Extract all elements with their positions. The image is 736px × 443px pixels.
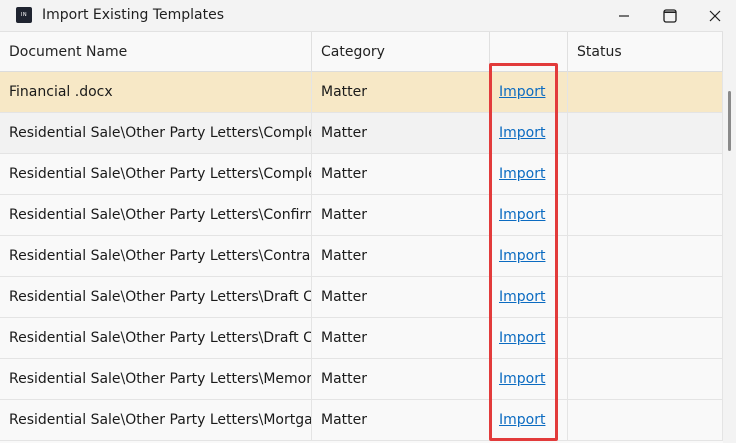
window-title: Import Existing Templates xyxy=(42,7,224,23)
scrollbar-thumb[interactable] xyxy=(728,91,731,151)
minimize-icon xyxy=(619,14,629,17)
table-row[interactable]: Residential Sale\Other Party Letters\Con… xyxy=(0,195,723,236)
import-link[interactable]: Import xyxy=(499,330,545,346)
document-name-cell: Residential Sale\Other Party Letters\Mor… xyxy=(0,400,312,440)
table-row[interactable]: Residential Sale\Other Party Letters\Mem… xyxy=(0,359,723,400)
import-link[interactable]: Import xyxy=(499,166,545,182)
document-name-cell: Residential Sale\Other Party Letters\Dra… xyxy=(0,277,312,317)
status-cell xyxy=(568,72,723,112)
import-cell: Import xyxy=(490,277,568,317)
import-cell: Import xyxy=(490,154,568,194)
category-cell: Matter xyxy=(312,236,490,276)
close-icon xyxy=(709,10,721,21)
import-cell: Import xyxy=(490,72,568,112)
table-row[interactable]: Residential Sale\Other Party Letters\Mor… xyxy=(0,400,723,441)
import-cell: Import xyxy=(490,359,568,399)
minimize-button[interactable] xyxy=(601,0,647,31)
import-link[interactable]: Import xyxy=(499,371,545,387)
import-cell: Import xyxy=(490,195,568,235)
title-bar: IN Import Existing Templates xyxy=(0,0,736,31)
import-link[interactable]: Import xyxy=(499,125,545,141)
column-header-document-name[interactable]: Document Name xyxy=(0,32,312,72)
import-link[interactable]: Import xyxy=(499,207,545,223)
grid-header: Document Name Category Status xyxy=(0,32,723,72)
category-cell: Matter xyxy=(312,277,490,317)
document-name-cell: Residential Sale\Other Party Letters\Dra… xyxy=(0,318,312,358)
status-cell xyxy=(568,154,723,194)
status-cell xyxy=(568,318,723,358)
import-cell: Import xyxy=(490,236,568,276)
import-cell: Import xyxy=(490,318,568,358)
column-header-action[interactable] xyxy=(490,32,568,72)
maximize-button[interactable] xyxy=(647,0,693,31)
table-row[interactable]: Financial .docx Matter Import xyxy=(0,72,723,113)
category-cell: Matter xyxy=(312,318,490,358)
status-cell xyxy=(568,359,723,399)
import-link[interactable]: Import xyxy=(499,412,545,428)
app-icon-text: IN xyxy=(20,11,28,18)
status-cell xyxy=(568,277,723,317)
category-cell: Matter xyxy=(312,400,490,440)
close-button[interactable] xyxy=(692,0,736,31)
import-cell: Import xyxy=(490,113,568,153)
column-header-status[interactable]: Status xyxy=(568,32,723,72)
document-name-cell: Residential Sale\Other Party Letters\Con… xyxy=(0,195,312,235)
document-name-cell: Residential Sale\Other Party Letters\Con… xyxy=(0,236,312,276)
document-name-cell: Financial .docx xyxy=(0,72,312,112)
templates-grid: Document Name Category Status Financial … xyxy=(0,31,723,443)
document-name-cell: Residential Sale\Other Party Letters\Com… xyxy=(0,113,312,153)
category-cell: Matter xyxy=(312,113,490,153)
table-row[interactable]: Residential Sale\Other Party Letters\Con… xyxy=(0,236,723,277)
status-cell xyxy=(568,113,723,153)
status-cell xyxy=(568,195,723,235)
import-link[interactable]: Import xyxy=(499,248,545,264)
import-link[interactable]: Import xyxy=(499,289,545,305)
category-cell: Matter xyxy=(312,195,490,235)
app-icon: IN xyxy=(16,7,32,23)
document-name-cell: Residential Sale\Other Party Letters\Com… xyxy=(0,154,312,194)
document-name-cell: Residential Sale\Other Party Letters\Mem… xyxy=(0,359,312,399)
category-cell: Matter xyxy=(312,72,490,112)
table-row[interactable]: Residential Sale\Other Party Letters\Dra… xyxy=(0,318,723,359)
category-cell: Matter xyxy=(312,359,490,399)
status-cell xyxy=(568,236,723,276)
column-header-category[interactable]: Category xyxy=(312,32,490,72)
table-row[interactable]: Residential Sale\Other Party Letters\Com… xyxy=(0,113,723,154)
import-link[interactable]: Import xyxy=(499,84,545,100)
table-row[interactable]: Residential Sale\Other Party Letters\Com… xyxy=(0,154,723,195)
maximize-icon xyxy=(663,8,677,23)
table-row[interactable]: Residential Sale\Other Party Letters\Dra… xyxy=(0,277,723,318)
status-cell xyxy=(568,400,723,440)
category-cell: Matter xyxy=(312,154,490,194)
vertical-scrollbar[interactable] xyxy=(723,31,736,443)
import-cell: Import xyxy=(490,400,568,440)
